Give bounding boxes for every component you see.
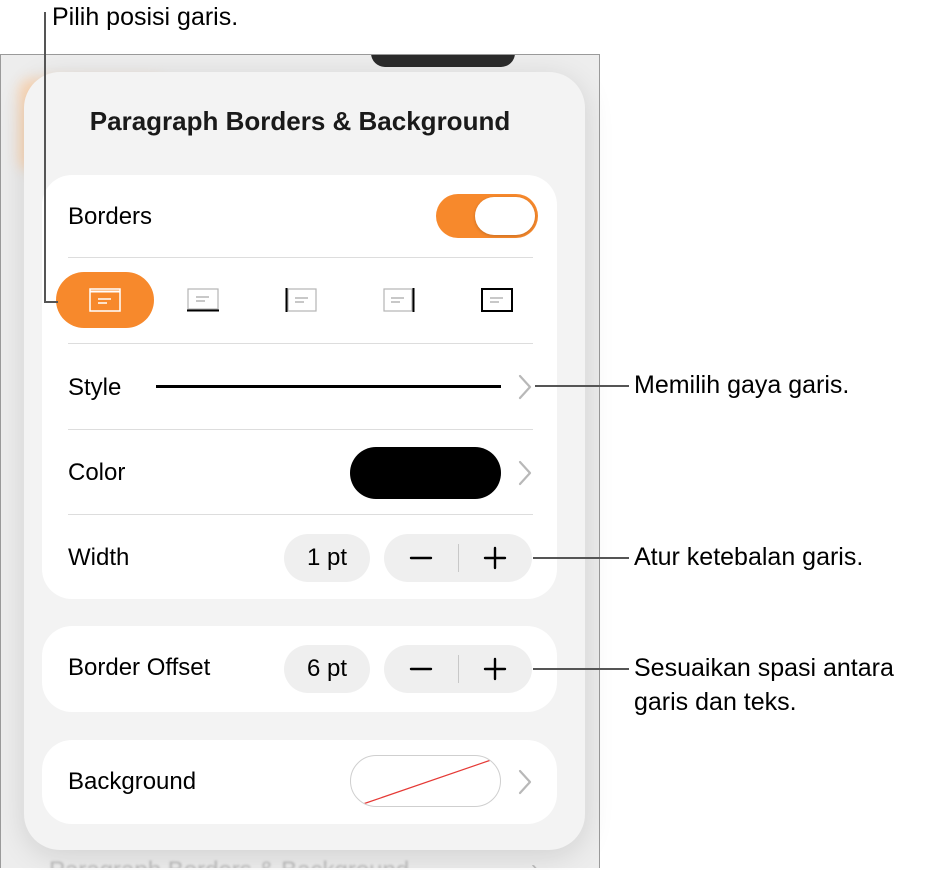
borders-group: Borders Style Color Width 1 pt [42,175,557,599]
callout-offset-line1: Sesuaikan spasi antara [634,654,894,682]
color-chevron-icon[interactable] [516,458,534,488]
callout-width-leader [533,557,629,559]
no-fill-slash-icon [362,759,492,805]
callout-position-leader [44,301,58,303]
borders-label: Borders [68,203,153,230]
border-position-bottom-button[interactable] [154,272,252,328]
border-color-swatch[interactable] [350,447,501,499]
background-chevron-icon: › [531,855,539,868]
color-label: Color [68,459,126,486]
callout-position-leader [44,12,46,302]
border-offset-decrease-button[interactable] [384,645,458,693]
divider [68,257,533,258]
border-offset-stepper [384,645,532,693]
borders-toggle[interactable] [436,194,538,238]
callout-offset-line2: garis dan teks. [634,688,797,716]
width-stepper [384,534,532,582]
divider [68,429,533,430]
background-fill-swatch[interactable] [350,755,501,807]
toggle-knob [475,197,535,235]
border-offset-label: Border Offset [68,654,211,681]
popover-title: Paragraph Borders & Background [89,106,511,136]
plus-icon [483,546,507,570]
background-menu-item: Paragraph Borders & Background [49,857,409,868]
border-offset-group: Border Offset 6 pt [42,626,557,712]
callout-width: Atur ketebalan garis. [634,543,864,571]
border-offset-increase-button[interactable] [458,645,532,693]
border-position-around-button[interactable] [56,272,154,328]
border-right-icon [383,288,415,312]
border-offset-value: 6 pt [284,645,370,693]
style-label: Style [68,374,122,401]
callout-style: Memilih gaya garis. [634,371,850,399]
width-increase-button[interactable] [458,534,532,582]
background-group: Background [42,740,557,824]
callout-style-leader [535,385,629,387]
divider [68,343,533,344]
minus-icon [409,667,433,671]
divider [68,514,533,515]
border-position-left-button[interactable] [252,272,350,328]
width-decrease-button[interactable] [384,534,458,582]
line-style-preview[interactable] [156,385,501,388]
border-bottom-icon [187,288,219,312]
device-notch [371,55,515,67]
background-label: Background [68,768,197,795]
minus-icon [409,556,433,560]
border-position-box-button[interactable] [448,272,546,328]
style-chevron-icon[interactable] [516,372,534,402]
border-position-right-button[interactable] [350,272,448,328]
background-chevron-icon[interactable] [516,767,534,797]
callout-position: Pilih posisi garis. [52,3,239,31]
border-left-icon [285,288,317,312]
width-value: 1 pt [284,534,370,582]
border-box-icon [481,288,513,312]
border-around-icon [89,288,121,312]
plus-icon [483,657,507,681]
width-label: Width [68,544,130,571]
callout-offset-leader [533,668,629,670]
